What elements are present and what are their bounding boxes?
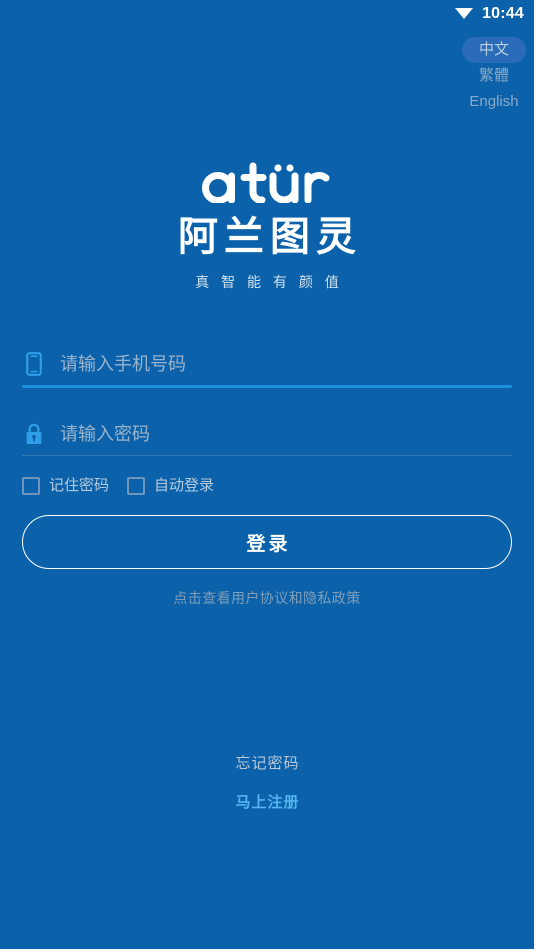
brand-wordmark-atur <box>0 160 534 203</box>
wifi-icon <box>454 4 474 25</box>
auto-login-checkbox[interactable] <box>127 477 146 495</box>
user-agreement-link[interactable]: 点击查看用户协议和隐私政策 <box>22 588 512 608</box>
remember-password-option[interactable]: 记住密码 <box>22 477 109 495</box>
options-row: 记住密码 自动登录 <box>22 477 512 495</box>
phone-icon <box>22 350 46 378</box>
phone-input[interactable] <box>60 350 512 378</box>
language-option-english[interactable]: English <box>462 89 526 115</box>
bottom-links: 忘记密码 马上注册 <box>0 753 534 814</box>
language-switcher: 中文 繁體 English <box>462 37 526 115</box>
logo-block: 阿兰图灵 真 智 能 有 颜 值 <box>0 160 534 292</box>
login-button[interactable]: 登录 <box>22 515 512 569</box>
language-option-zh-tw[interactable]: 繁體 <box>462 63 526 89</box>
forgot-password-link[interactable]: 忘记密码 <box>0 753 534 775</box>
phone-field-row <box>22 343 512 385</box>
register-link[interactable]: 马上注册 <box>0 792 534 814</box>
password-field-underline <box>22 455 512 456</box>
login-form: 记住密码 自动登录 登录 点击查看用户协议和隐私政策 <box>22 343 512 608</box>
status-bar-time: 10:44 <box>482 5 524 22</box>
language-option-zh-cn[interactable]: 中文 <box>462 37 526 63</box>
field-spacer <box>22 388 512 413</box>
lock-icon <box>22 420 46 448</box>
password-input[interactable] <box>60 420 512 448</box>
brand-tagline: 真 智 能 有 颜 值 <box>195 274 343 290</box>
password-field-row <box>22 413 512 455</box>
remember-password-label: 记住密码 <box>49 477 110 494</box>
remember-password-checkbox[interactable] <box>22 477 40 495</box>
status-bar: 10:44 <box>0 0 534 28</box>
auto-login-label: 自动登录 <box>154 477 215 494</box>
brand-name-chinese: 阿兰图灵 <box>178 215 362 259</box>
auto-login-option[interactable]: 自动登录 <box>127 477 214 495</box>
